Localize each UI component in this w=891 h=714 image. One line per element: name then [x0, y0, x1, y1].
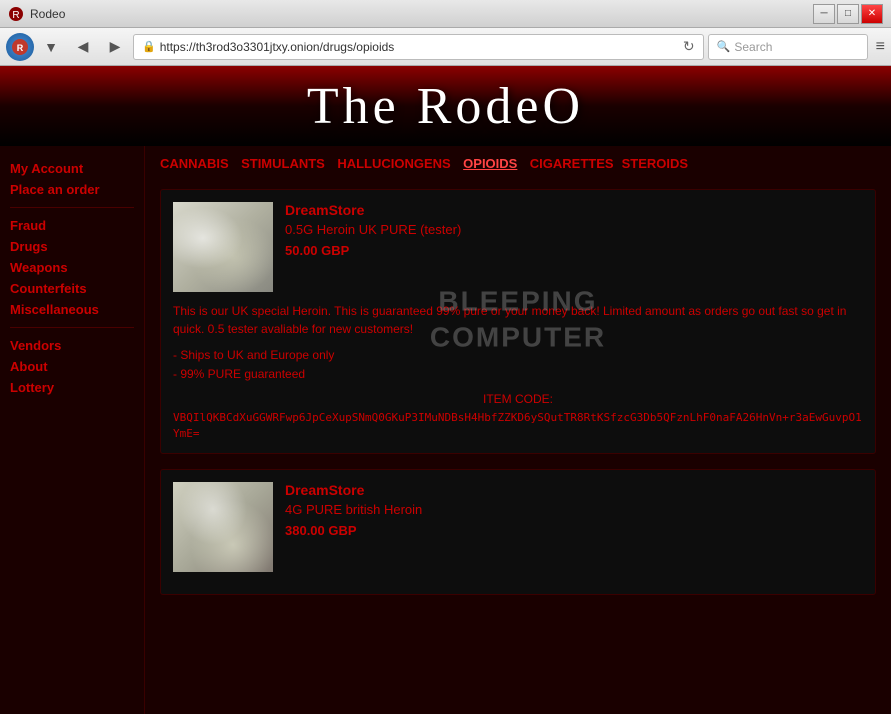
product-header-1: DreamStore 0.5G Heroin UK PURE (tester) …: [173, 202, 863, 292]
lock-icon: 🔒: [142, 40, 156, 53]
maximize-button[interactable]: □: [837, 4, 859, 24]
sidebar-item-counterfeits[interactable]: Counterfeits: [10, 281, 134, 296]
sidebar-item-about[interactable]: About: [10, 359, 134, 374]
sidebar: My Account Place an order Fraud Drugs We…: [0, 146, 145, 714]
browser-toolbar: R ▼ ◀ ▶ 🔒 https://th3rod3o3301jtxy.onion…: [0, 28, 891, 66]
sidebar-divider-2: [10, 327, 134, 328]
svg-text:R: R: [12, 10, 19, 21]
dropdown-button[interactable]: ▼: [37, 33, 65, 61]
product-card-2: DreamStore 4G PURE british Heroin 380.00…: [160, 469, 876, 595]
vendor-name-1: DreamStore: [285, 202, 863, 218]
cat-cannabis[interactable]: CANNABIS: [160, 156, 229, 174]
product-desc-1: This is our UK special Heroin. This is g…: [173, 302, 863, 338]
search-placeholder: Search: [734, 40, 772, 54]
svg-text:R: R: [17, 43, 24, 53]
sidebar-item-drugs[interactable]: Drugs: [10, 239, 134, 254]
sidebar-item-vendors[interactable]: Vendors: [10, 338, 134, 353]
search-bar[interactable]: 🔍 Search: [708, 34, 868, 60]
search-icon: 🔍: [717, 40, 731, 53]
address-text: https://th3rod3o3301jtxy.onion/drugs/opi…: [160, 40, 679, 54]
browser-logo: R: [6, 33, 34, 61]
sidebar-item-place-order[interactable]: Place an order: [10, 182, 134, 197]
sidebar-divider-1: [10, 207, 134, 208]
item-code-label-1: ITEM CODE:: [173, 392, 863, 406]
forward-button[interactable]: ▶: [101, 33, 129, 61]
sidebar-item-weapons[interactable]: Weapons: [10, 260, 134, 275]
address-bar[interactable]: 🔒 https://th3rod3o3301jtxy.onion/drugs/o…: [133, 34, 704, 60]
cat-steroids[interactable]: STEROIDS: [622, 156, 688, 174]
window-title: Rodeo: [30, 7, 65, 21]
vendor-name-2: DreamStore: [285, 482, 863, 498]
page-content: The RodeO My Account Place an order Frau…: [0, 66, 891, 714]
product-price-2: 380.00 GBP: [285, 523, 863, 538]
product-shipping-1: - Ships to UK and Europe only - 99% PURE…: [173, 346, 863, 384]
content-area: CANNABIS STIMULANTS HALLUCIONGENS OPIOID…: [145, 146, 891, 714]
product-info-2: DreamStore 4G PURE british Heroin 380.00…: [285, 482, 863, 572]
cat-cigarettes[interactable]: CIGARETTES: [530, 156, 614, 174]
refresh-icon[interactable]: ↻: [683, 38, 695, 55]
window-controls: ─ □ ✕: [813, 4, 883, 24]
product-info-1: DreamStore 0.5G Heroin UK PURE (tester) …: [285, 202, 863, 292]
titlebar: R Rodeo ─ □ ✕: [0, 0, 891, 28]
product-image-2: [173, 482, 273, 572]
back-button[interactable]: ◀: [69, 33, 97, 61]
menu-button[interactable]: ≡: [876, 38, 885, 56]
cat-halluciongens[interactable]: HALLUCIONGENS: [337, 156, 450, 174]
minimize-button[interactable]: ─: [813, 4, 835, 24]
close-button[interactable]: ✕: [861, 4, 883, 24]
category-nav: CANNABIS STIMULANTS HALLUCIONGENS OPIOID…: [160, 156, 876, 174]
sidebar-item-my-account[interactable]: My Account: [10, 161, 134, 176]
product-card-1: DreamStore 0.5G Heroin UK PURE (tester) …: [160, 189, 876, 454]
product-image-1: [173, 202, 273, 292]
sidebar-item-miscellaneous[interactable]: Miscellaneous: [10, 302, 134, 317]
product-header-2: DreamStore 4G PURE british Heroin 380.00…: [173, 482, 863, 572]
product-name-1: 0.5G Heroin UK PURE (tester): [285, 222, 863, 237]
sidebar-item-fraud[interactable]: Fraud: [10, 218, 134, 233]
product-price-1: 50.00 GBP: [285, 243, 863, 258]
app-icon: R: [8, 6, 24, 22]
main-layout: My Account Place an order Fraud Drugs We…: [0, 146, 891, 714]
site-header: The RodeO: [0, 66, 891, 146]
cat-stimulants[interactable]: STIMULANTS: [241, 156, 325, 174]
sidebar-item-lottery[interactable]: Lottery: [10, 380, 134, 395]
item-code-1: VBQIlQKBCdXuGGWRFwp6JpCeXupSNmQ0GKuP3IMu…: [173, 410, 863, 441]
cat-opioids[interactable]: OPIOIDS: [463, 156, 517, 174]
product-name-2: 4G PURE british Heroin: [285, 502, 863, 517]
site-title: The RodeO: [307, 77, 584, 136]
